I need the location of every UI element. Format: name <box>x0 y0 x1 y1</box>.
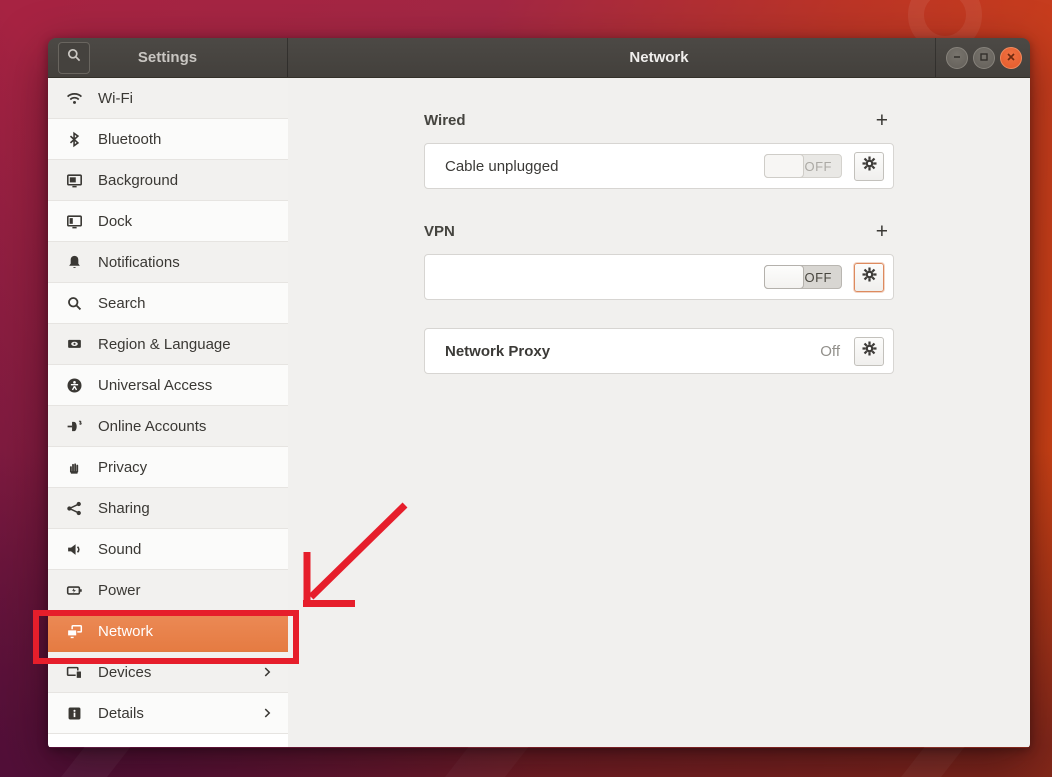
wired-connection-row[interactable]: Cable unplugged OFF <box>424 143 894 189</box>
maximize-icon <box>979 49 989 67</box>
bell-icon <box>66 254 83 271</box>
proxy-settings-gear-button[interactable] <box>854 337 884 366</box>
sidebar-item-label: Online Accounts <box>98 418 274 435</box>
sidebar-item-sound[interactable]: Sound <box>48 529 288 570</box>
maximize-button[interactable] <box>973 47 995 69</box>
sidebar-item-label: Sharing <box>98 500 274 517</box>
sidebar-item-label: Privacy <box>98 459 274 476</box>
gear-icon <box>861 155 878 177</box>
sidebar-item-privacy[interactable]: Privacy <box>48 447 288 488</box>
wired-settings-gear-button[interactable] <box>854 152 884 181</box>
window-controls <box>935 38 1022 77</box>
sidebar-item-network[interactable]: Network <box>48 611 288 652</box>
vpn-settings-gear-button[interactable] <box>854 263 884 292</box>
sidebar: Wi-Fi Bluetooth Background Dock Notifica… <box>48 78 288 747</box>
minimize-icon <box>952 49 962 67</box>
sidebar-item-devices[interactable]: Devices <box>48 652 288 693</box>
toggle-state-label: OFF <box>805 159 833 174</box>
bluetooth-icon <box>66 131 83 148</box>
network-proxy-label: Network Proxy <box>445 343 820 360</box>
wired-toggle[interactable]: OFF <box>764 154 842 178</box>
sidebar-item-label: Bluetooth <box>98 131 274 148</box>
main-header[interactable]: Network <box>288 38 1030 77</box>
background-icon <box>66 172 83 189</box>
speaker-icon <box>66 541 83 558</box>
devices-icon <box>66 664 83 681</box>
network-icon <box>66 623 83 640</box>
sidebar-item-label: Search <box>98 295 274 312</box>
sidebar-item-region-language[interactable]: Region & Language <box>48 324 288 365</box>
sidebar-item-online-accounts[interactable]: Online Accounts <box>48 406 288 447</box>
sidebar-item-label: Notifications <box>98 254 274 271</box>
accessibility-icon <box>66 377 83 394</box>
sidebar-item-background[interactable]: Background <box>48 160 288 201</box>
search-icon <box>66 295 83 312</box>
wired-section-header: Wired + <box>424 110 894 131</box>
sidebar-item-label: Details <box>98 705 245 722</box>
vpn-toggle[interactable]: OFF <box>764 265 842 289</box>
wired-section-title: Wired <box>424 112 466 129</box>
sidebar-item-details[interactable]: Details <box>48 693 288 734</box>
hand-icon <box>66 459 83 476</box>
sidebar-item-dock[interactable]: Dock <box>48 201 288 242</box>
battery-icon <box>66 582 83 599</box>
sidebar-title: Settings <box>48 49 287 66</box>
online-accounts-icon <box>66 418 83 435</box>
minimize-button[interactable] <box>946 47 968 69</box>
sidebar-item-notifications[interactable]: Notifications <box>48 242 288 283</box>
chevron-right-icon <box>260 665 274 679</box>
vpn-section-header: VPN + <box>424 221 894 242</box>
sidebar-item-label: Universal Access <box>98 377 274 394</box>
sidebar-item-wifi[interactable]: Wi-Fi <box>48 78 288 119</box>
sidebar-item-sharing[interactable]: Sharing <box>48 488 288 529</box>
titlebar[interactable]: Settings Network <box>48 38 1030 78</box>
sidebar-item-label: Power <box>98 582 274 599</box>
chevron-right-icon <box>260 706 274 720</box>
sidebar-item-search[interactable]: Search <box>48 283 288 324</box>
sidebar-item-label: Wi-Fi <box>98 90 274 107</box>
sidebar-item-power[interactable]: Power <box>48 570 288 611</box>
toggle-state-label: OFF <box>805 270 833 285</box>
add-wired-connection-button[interactable]: + <box>876 110 888 131</box>
gear-icon <box>861 340 878 362</box>
dock-icon <box>66 213 83 230</box>
toggle-handle[interactable] <box>764 265 804 289</box>
vpn-section-title: VPN <box>424 223 455 240</box>
toggle-handle[interactable] <box>764 154 804 178</box>
info-icon <box>66 705 83 722</box>
sidebar-item-label: Devices <box>98 664 245 681</box>
network-proxy-row[interactable]: Network Proxy Off <box>424 328 894 374</box>
vpn-connection-row[interactable]: OFF <box>424 254 894 300</box>
network-panel: Wired + Cable unplugged OFF VPN + <box>288 78 1030 747</box>
settings-window: Settings Network <box>48 38 1030 748</box>
sidebar-item-universal-access[interactable]: Universal Access <box>48 365 288 406</box>
add-vpn-button[interactable]: + <box>876 221 888 242</box>
wired-connection-label: Cable unplugged <box>445 158 764 175</box>
gear-icon <box>861 266 878 288</box>
share-icon <box>66 500 83 517</box>
sidebar-item-bluetooth[interactable]: Bluetooth <box>48 119 288 160</box>
sidebar-item-label: Background <box>98 172 274 189</box>
wifi-icon <box>66 90 83 107</box>
page-title: Network <box>288 49 1030 66</box>
network-proxy-status: Off <box>820 343 840 360</box>
flag-icon <box>66 336 83 353</box>
sidebar-item-label: Sound <box>98 541 274 558</box>
sidebar-header[interactable]: Settings <box>48 38 288 77</box>
sidebar-item-label: Dock <box>98 213 274 230</box>
sidebar-item-label: Network <box>98 623 274 640</box>
close-icon <box>1006 49 1016 67</box>
close-button[interactable] <box>1000 47 1022 69</box>
sidebar-item-label: Region & Language <box>98 336 274 353</box>
